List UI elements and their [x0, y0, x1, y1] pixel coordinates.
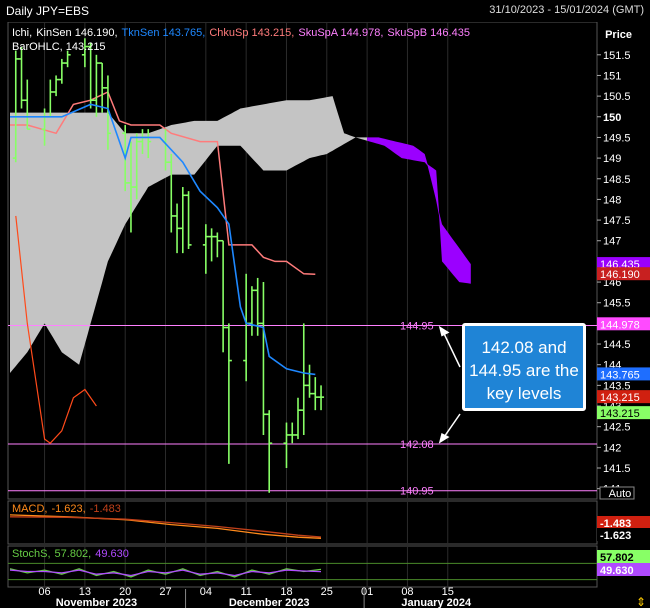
macd-legend-entry: MACD,	[12, 503, 47, 515]
y-tick-label: 141.5	[603, 463, 631, 475]
callout-line-3: key levels	[486, 384, 562, 403]
y-tick-label: 150	[603, 112, 621, 124]
price-label: 143.765	[600, 369, 640, 381]
price-label: 143.215	[600, 408, 640, 420]
legend-entry: KinSen 146.190,	[36, 27, 117, 39]
y-tick-label: 151	[603, 70, 621, 82]
legend-entry: ChkuSp 143.215,	[209, 27, 294, 39]
y-tick-label: 150.5	[603, 91, 631, 103]
stoch-legend-entry: 57.802,	[55, 548, 92, 560]
level-label: 140.95	[400, 486, 434, 498]
y-tick-label: 145.5	[603, 298, 631, 310]
y-tick-label: 144.5	[603, 339, 631, 351]
ohlc-legend: BarOHLC, 143.215	[12, 41, 106, 53]
y-tick-label: 148	[603, 194, 621, 206]
x-tick-label: 27	[159, 586, 171, 598]
y-tick-label: 147.5	[603, 215, 631, 227]
x-tick-label: 25	[321, 586, 333, 598]
x-tick-label: 01	[361, 586, 373, 598]
price-label: 143.215	[600, 392, 640, 404]
x-tick-label: 04	[200, 586, 212, 598]
auto-scale-button: Auto	[609, 488, 632, 500]
stoch-value-label: 49.630	[600, 565, 634, 577]
macd-legend-entry: -1.483	[90, 503, 121, 515]
legend-entry: SkuSpA 144.978,	[298, 27, 383, 39]
macd-value-label: -1.623	[600, 530, 631, 542]
legend-entry: TknSen 143.765,	[122, 27, 206, 39]
chart-header: Daily JPY=EBS 31/10/2023 - 15/01/2024 (G…	[0, 0, 650, 22]
level-label: 142.08	[400, 439, 434, 451]
y-tick-label: 147	[603, 236, 621, 248]
instrument-title: Daily JPY=EBS	[6, 4, 90, 18]
key-levels-callout: 142.08 and 144.95 are the key levels	[462, 323, 586, 411]
callout-line-1: 142.08 and	[481, 338, 567, 357]
stoch-value-label: 57.802	[600, 552, 634, 564]
stoch-legend-entry: 49.630	[95, 548, 129, 560]
macd-legend-entry: -1.623,	[51, 503, 85, 515]
ichimoku-chart[interactable]: 06 13 20 27 04 11 18 25 01 08 15November 2023 Decem…	[0, 22, 650, 608]
month-label: December 2023	[229, 597, 310, 608]
y-tick-label: 149.5	[603, 132, 631, 144]
scale-toggle-icon: ⇕	[636, 595, 646, 608]
date-range: 31/10/2023 - 15/01/2024 (GMT)	[489, 4, 644, 16]
stoch-legend-entry: StochS,	[12, 548, 51, 560]
month-label: January 2024	[401, 597, 472, 608]
price-label: 144.978	[600, 319, 640, 331]
y-tick-label: 148.5	[603, 174, 631, 186]
month-label: November 2023	[56, 597, 137, 608]
legend-entry: SkuSpB 146.435	[387, 27, 470, 39]
legend-entry: Ichi,	[12, 27, 32, 39]
y-tick-label: 142.5	[603, 422, 631, 434]
y-tick-label: 142	[603, 442, 621, 454]
price-axis-title: Price	[605, 29, 632, 41]
x-tick-label: 06	[38, 586, 50, 598]
y-tick-label: 149	[603, 153, 621, 165]
level-label: 144.95	[400, 320, 434, 332]
price-label: 146.190	[600, 269, 640, 281]
y-tick-label: 151.5	[603, 50, 631, 62]
callout-line-2: 144.95 are the	[469, 361, 579, 380]
